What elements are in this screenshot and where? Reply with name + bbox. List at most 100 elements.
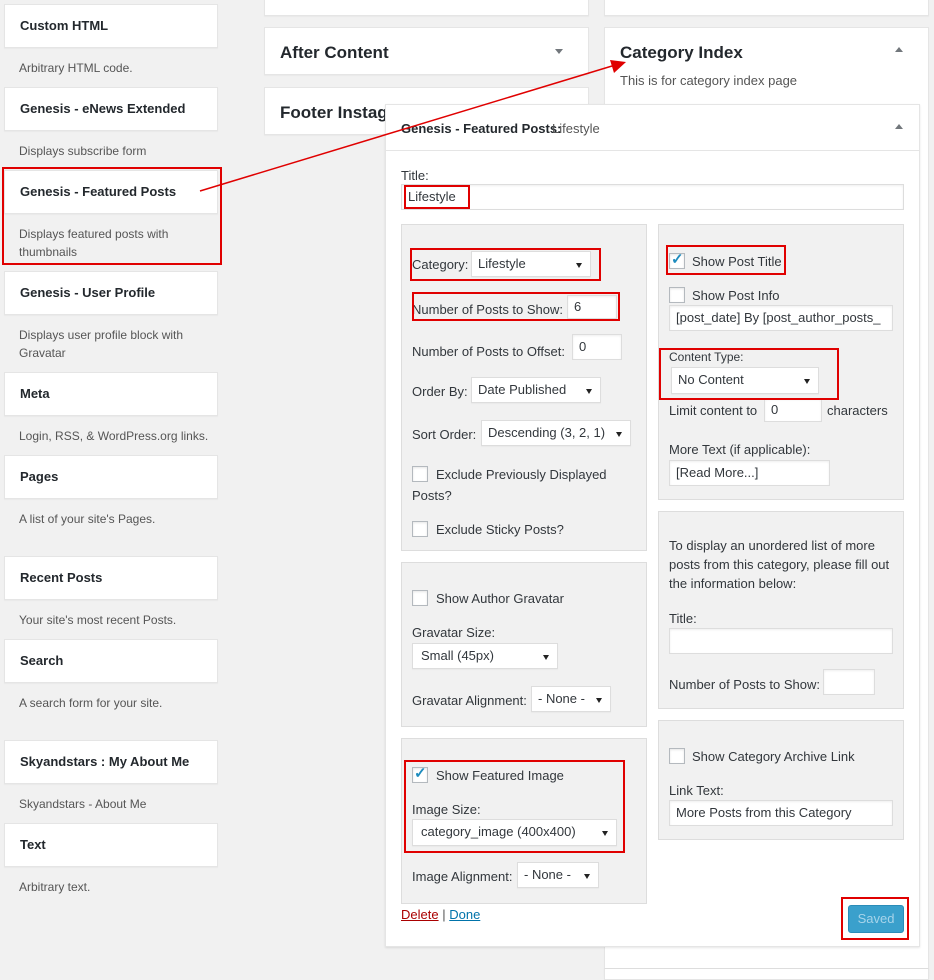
image-align-label: Image Alignment: — [412, 869, 513, 884]
widget-meta[interactable]: Meta — [4, 372, 218, 416]
checkmark-icon: ✓ — [671, 251, 684, 268]
offset-input[interactable]: 0 — [572, 334, 622, 360]
show-post-info-checkbox[interactable] — [669, 287, 685, 303]
image-align-select[interactable]: - None - — [517, 862, 599, 888]
widget-area-bottom — [604, 968, 929, 980]
widget-user-profile[interactable]: Genesis - User Profile — [4, 271, 218, 315]
chevron-down-icon — [586, 389, 592, 394]
exclude-sticky-checkbox[interactable] — [412, 521, 428, 537]
num-posts-input[interactable]: 6 — [567, 295, 617, 319]
show-post-info-label: Show Post Info — [692, 288, 780, 303]
action-separator: | — [442, 907, 446, 922]
title-label: Title: — [401, 168, 429, 183]
done-link[interactable]: Done — [449, 907, 480, 922]
widget-desc: Displays subscribe form — [19, 144, 147, 158]
more-posts-description: posts from this category, please fill ou… — [669, 557, 890, 572]
limit-content-suffix: characters — [827, 403, 888, 418]
widget-desc: Displays featured posts with thumbnails — [19, 227, 169, 259]
widget-desc: Skyandstars - About Me — [19, 797, 147, 811]
chevron-down-icon — [543, 655, 549, 660]
widget-featured-posts[interactable]: Genesis - Featured Posts — [4, 170, 218, 214]
show-post-title-label: Show Post Title — [692, 254, 782, 269]
more-num-posts-label: Number of Posts to Show: — [669, 677, 821, 692]
more-posts-description: To display an unordered list of more — [669, 538, 875, 553]
widget-search[interactable]: Search — [4, 639, 218, 683]
order-by-select[interactable]: Date Published — [471, 377, 601, 403]
more-num-posts-input[interactable] — [823, 669, 875, 695]
widget-desc: Login, RSS, & WordPress.org links. — [19, 429, 209, 443]
show-gravatar-checkbox[interactable] — [412, 590, 428, 606]
show-archive-link-label: Show Category Archive Link — [692, 749, 855, 764]
widget-desc: A search form for your site. — [19, 696, 163, 710]
widget-about-me[interactable]: Skyandstars : My About Me — [4, 740, 218, 784]
chevron-down-icon — [602, 831, 608, 836]
exclude-previous-checkbox[interactable] — [412, 466, 428, 482]
widget-recent-posts[interactable]: Recent Posts — [4, 556, 218, 600]
sort-order-select[interactable]: Descending (3, 2, 1) — [481, 420, 631, 446]
delete-link[interactable]: Delete — [401, 907, 439, 922]
gravatar-size-label: Gravatar Size: — [412, 625, 496, 640]
saved-button[interactable]: Saved — [848, 905, 904, 933]
show-archive-link-checkbox[interactable] — [669, 748, 685, 764]
show-gravatar-label: Show Author Gravatar — [436, 591, 564, 606]
chevron-up-icon[interactable] — [895, 47, 903, 52]
gravatar-size-select[interactable]: Small (45px) — [412, 643, 558, 669]
sort-order-label: Sort Order: — [412, 427, 477, 442]
area-description: This is for category index page — [620, 73, 798, 88]
chevron-down-icon[interactable] — [555, 49, 563, 54]
limit-content-label: Limit content to — [669, 403, 758, 418]
show-featured-image-label: Show Featured Image — [436, 768, 564, 783]
content-type-label: Content Type: — [669, 350, 744, 364]
category-select[interactable]: Lifestyle — [471, 251, 591, 277]
image-size-select[interactable]: category_image (400x400) — [412, 819, 617, 846]
widget-desc: Displays user profile block with Gravata… — [19, 328, 184, 360]
show-featured-image-checkbox[interactable]: ✓ — [412, 765, 428, 783]
widget-area-top-left — [264, 0, 589, 16]
exclude-previous-label-cont: Posts? — [412, 488, 452, 503]
chevron-down-icon — [804, 379, 810, 384]
more-posts-description: the information below: — [669, 576, 797, 591]
panel-header-value: Lifestyle — [552, 121, 600, 136]
num-posts-label: Number of Posts to Show: — [412, 302, 564, 317]
widget-area-top-right — [604, 0, 929, 16]
widget-pages[interactable]: Pages — [4, 455, 218, 499]
panel-header[interactable]: Genesis - Featured Posts: Lifestyle — [386, 105, 919, 151]
chevron-down-icon — [576, 263, 582, 268]
content-type-select[interactable]: No Content — [671, 367, 819, 394]
show-post-title-checkbox[interactable]: ✓ — [669, 251, 685, 269]
chevron-up-icon[interactable] — [895, 124, 903, 129]
gravatar-align-select[interactable]: - None - — [531, 686, 611, 712]
widget-desc: Your site's most recent Posts. — [19, 613, 177, 627]
chevron-down-icon — [616, 432, 622, 437]
widget-text[interactable]: Text — [4, 823, 218, 867]
more-text-label: More Text (if applicable): — [669, 442, 811, 457]
widget-enews-extended[interactable]: Genesis - eNews Extended — [4, 87, 218, 131]
more-title-input[interactable] — [669, 628, 893, 654]
limit-content-input[interactable]: 0 — [764, 398, 822, 422]
exclude-sticky-label: Exclude Sticky Posts? — [436, 522, 564, 537]
category-label: Category: — [412, 257, 469, 272]
chevron-down-icon — [596, 698, 602, 703]
panel-header-title: Genesis - Featured Posts: — [401, 121, 562, 136]
widget-desc: Arbitrary text. — [19, 880, 91, 894]
widget-custom-html[interactable]: Custom HTML — [4, 4, 218, 48]
exclude-previous-label: Exclude Previously Displayed — [436, 467, 607, 482]
widget-desc: A list of your site's Pages. — [19, 512, 156, 526]
checkmark-icon: ✓ — [414, 765, 427, 782]
image-size-label: Image Size: — [412, 802, 481, 817]
offset-label: Number of Posts to Offset: — [412, 344, 565, 359]
gravatar-align-label: Gravatar Alignment: — [412, 693, 527, 708]
widget-control-actions: Delete | Done — [401, 907, 480, 922]
title-input[interactable]: Lifestyle — [401, 184, 904, 210]
link-text-input[interactable]: More Posts from this Category — [669, 800, 893, 826]
order-by-label: Order By: — [412, 384, 468, 399]
widget-area-after-content[interactable]: After Content — [264, 27, 589, 75]
widget-desc: Arbitrary HTML code. — [19, 61, 133, 75]
link-text-label: Link Text: — [669, 783, 724, 798]
more-title-label: Title: — [669, 611, 697, 626]
more-text-input[interactable]: [Read More...] — [669, 460, 830, 486]
chevron-down-icon — [584, 874, 590, 879]
area-title: Category Index — [620, 43, 743, 62]
post-info-input[interactable]: [post_date] By [post_author_posts_ — [669, 305, 893, 331]
area-title: After Content — [280, 43, 389, 62]
